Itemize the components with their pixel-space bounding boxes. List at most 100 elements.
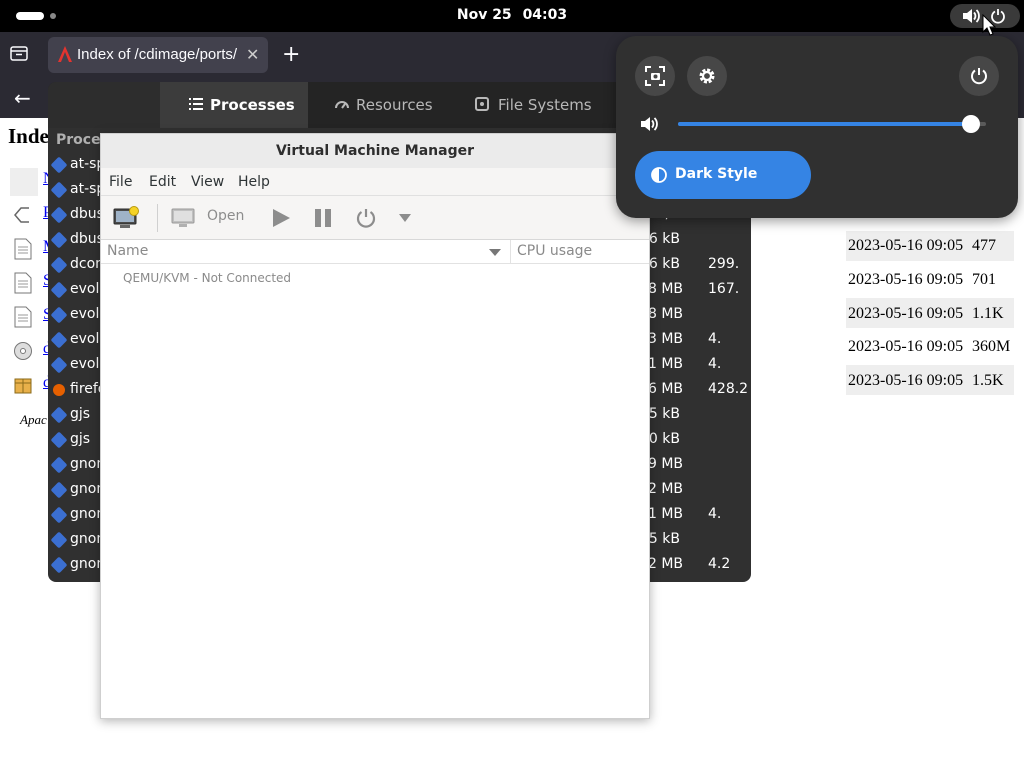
file-size: 1.5K [972,372,1004,389]
firefox-icon [53,384,65,396]
process-row[interactable]: evolu [48,329,100,354]
header-icon-cell [10,168,38,196]
process-row[interactable]: gjs [48,429,100,454]
top-bar: Nov 25 04:03 [0,0,1024,32]
process-memory: 6 kB [648,256,680,272]
dark-style-label: Dark Style [675,166,758,182]
process-row[interactable]: evolu [48,279,100,304]
text-file-icon [14,238,32,260]
file-date: 2023-05-16 09:05 [848,271,964,288]
open-button[interactable]: Open [207,208,244,224]
menu-view[interactable]: View [191,174,224,190]
dark-style-toggle[interactable]: Dark Style [635,151,811,199]
process-name: evolu [70,281,100,297]
mouse-cursor-icon [982,14,996,36]
tab-label: Resources [356,96,433,114]
application-icon [50,456,68,474]
tab-label: Processes [210,96,295,114]
file-size: 1.1K [972,305,1004,322]
process-name: dbus [70,206,100,222]
file-date: 2023-05-16 09:05 [848,372,964,389]
shutdown-icon[interactable] [355,207,377,229]
menu-help[interactable]: Help [238,174,270,190]
column-divider [510,240,511,264]
disc-image-icon [14,342,32,360]
application-icon [50,356,68,374]
window-title[interactable]: Virtual Machine Manager [101,134,649,168]
process-row[interactable]: dconf [48,254,100,279]
power-icon [971,68,987,85]
application-icon [50,206,68,224]
process-row[interactable]: gnome [48,529,100,554]
pause-icon[interactable] [313,208,333,228]
process-name: gjs [70,406,91,422]
process-memory: 2 MB [648,556,684,572]
process-row[interactable]: dbus [48,204,100,229]
settings-button[interactable] [687,56,727,96]
tab-processes[interactable]: Processes [160,82,308,128]
application-icon [50,556,68,574]
file-date: 2023-05-16 09:05 [848,338,964,355]
site-favicon-icon [58,46,72,62]
volume-icon[interactable] [640,116,660,132]
application-icon [50,256,68,274]
tab-close-icon[interactable]: ✕ [246,45,259,65]
process-row[interactable]: evolu [48,304,100,329]
sort-arrow-icon[interactable] [489,249,501,256]
parent-dir-icon [14,207,29,223]
process-row[interactable]: gnome [48,479,100,504]
power-off-button[interactable] [959,56,999,96]
monitor-icon[interactable] [171,208,195,228]
play-icon[interactable] [271,208,291,228]
application-icon [50,481,68,499]
process-memory: 5 kB [648,406,680,422]
process-name: gnome [70,456,100,472]
clock[interactable]: Nov 25 04:03 [0,7,1024,23]
new-vm-icon[interactable] [113,206,139,230]
process-memory: 1 MB [648,356,684,372]
page-heading: Inde [8,124,49,148]
browser-tab[interactable]: Index of /cdimage/ports/ ✕ [48,37,268,73]
chevron-down-icon[interactable] [399,214,411,222]
volume-slider-handle[interactable] [961,115,980,133]
menu-file[interactable]: File [109,174,132,190]
tab-overview-icon[interactable] [10,45,28,61]
disk-icon [475,97,489,111]
tab-file-systems[interactable]: File Systems [454,82,614,128]
process-row[interactable]: gnome [48,504,100,529]
application-icon [50,306,68,324]
process-row[interactable]: gnome [48,554,100,579]
file-size: 477 [972,237,996,254]
volume-slider[interactable] [678,115,986,133]
application-icon [50,506,68,524]
screenshot-button[interactable] [635,56,675,96]
toolbar: Open [101,196,649,240]
process-row[interactable]: firefox [48,379,100,404]
process-row[interactable]: gnome [48,454,100,479]
process-row[interactable]: at-spi [48,179,100,204]
process-name: at-spi [70,181,100,197]
process-name: gnome [70,556,100,572]
column-name[interactable]: Name [107,243,148,259]
application-icon [50,331,68,349]
tab-resources[interactable]: Resources [308,82,454,128]
process-name: gnome [70,481,100,497]
clock-date: Nov 25 [456,7,512,23]
virt-manager-window: Virtual Machine Manager File Edit View H… [100,133,650,719]
menu-edit[interactable]: Edit [149,174,176,190]
new-tab-button[interactable]: + [282,42,300,67]
process-row[interactable]: evolu [48,354,100,379]
process-row[interactable]: at-spi [48,154,100,179]
back-arrow-icon[interactable]: ← [14,86,31,110]
connection-row[interactable]: QEMU/KVM - Not Connected [123,271,291,285]
application-icon [50,231,68,249]
vm-list-header: Name CPU usage [101,240,649,264]
process-name: dconf [70,256,100,272]
column-cpu-usage[interactable]: CPU usage [517,243,592,259]
process-memory: 5 kB [648,531,680,547]
file-date: 2023-05-16 09:05 [848,237,964,254]
process-cpu: 167. [708,281,740,297]
server-signature: Apac [20,412,47,427]
process-row[interactable]: gjs [48,404,100,429]
process-row[interactable]: dbus [48,229,100,254]
